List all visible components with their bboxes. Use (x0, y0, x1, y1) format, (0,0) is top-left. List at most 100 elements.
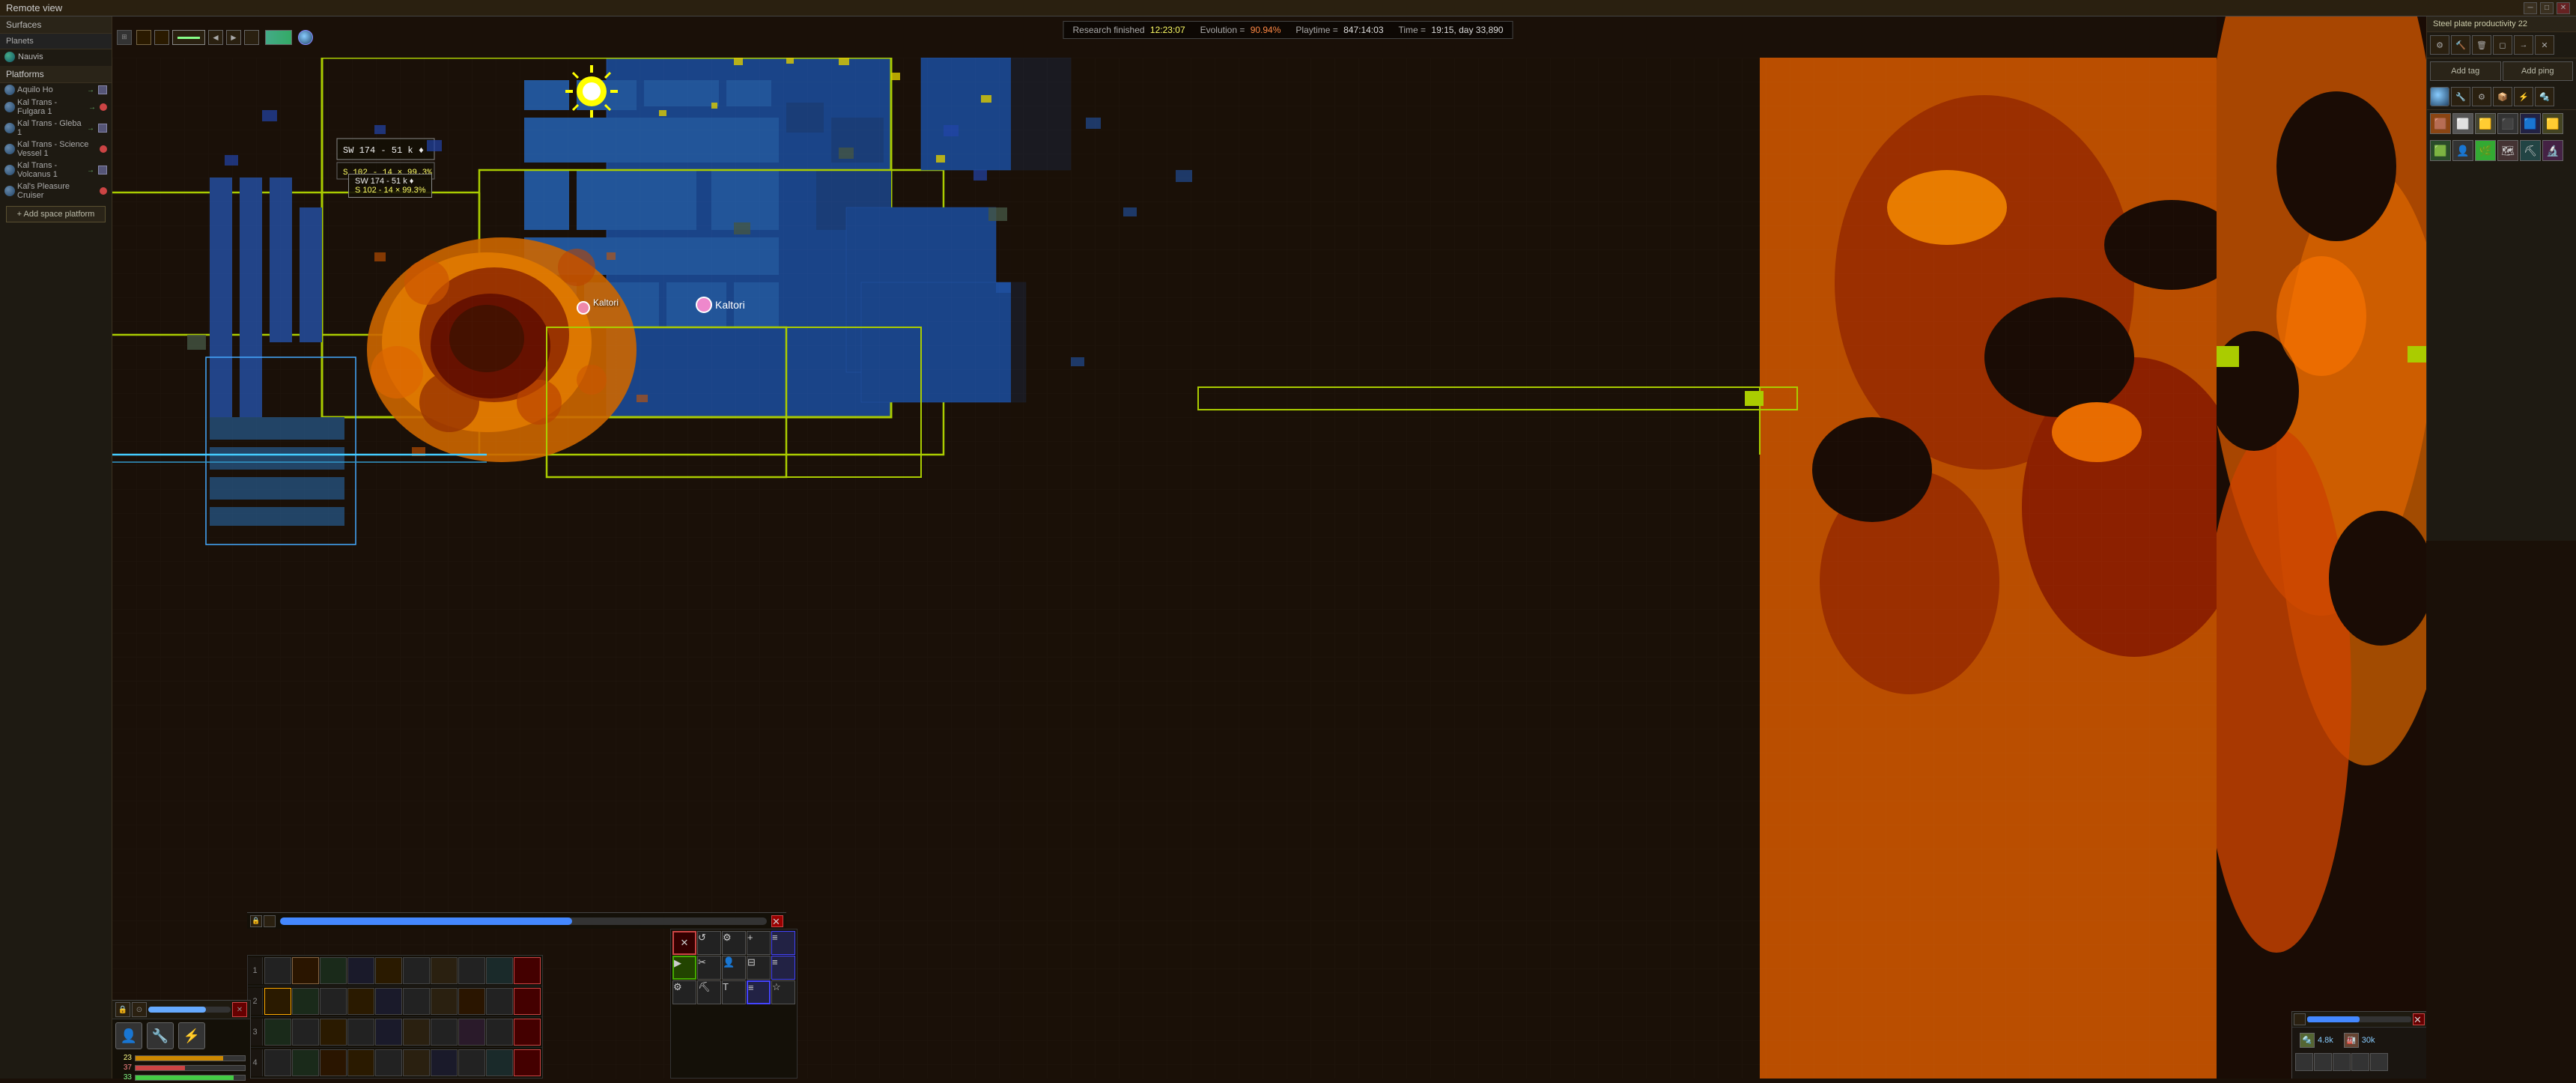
rp-icon-wrench[interactable]: 🔧 (2451, 87, 2470, 106)
inv-slot-1-3[interactable] (320, 957, 347, 984)
add-platform-button[interactable]: + Add space platform (6, 206, 106, 222)
platform-item-volcanus[interactable]: Kal Trans - Volcanus 1 → (0, 160, 112, 180)
add-tag-button[interactable]: Add tag (2430, 61, 2501, 81)
rp-icon-planet[interactable] (2430, 87, 2449, 106)
platform-item-pleasure-cruiser[interactable]: Kal's Pleasure Cruiser (0, 180, 112, 201)
rp-grid-icon-11[interactable]: ⛏ (2520, 140, 2541, 161)
rp-btn-hammer[interactable]: 🔨 (2451, 35, 2470, 55)
rp-btn-close[interactable]: ✕ (2535, 35, 2554, 55)
inv-slot-2-2[interactable] (292, 988, 319, 1015)
inv-slot-1-8[interactable] (458, 957, 485, 984)
inv-slot-3-4[interactable] (347, 1019, 374, 1046)
inv-slot-3-10[interactable] (514, 1019, 541, 1046)
inv-slot-3-8[interactable] (458, 1019, 485, 1046)
rp-btn-copy[interactable]: ◻ (2493, 35, 2512, 55)
inv-slot-4-4[interactable] (347, 1049, 374, 1076)
inv-slot-4-5[interactable] (375, 1049, 402, 1076)
inv-slot-1-2[interactable] (292, 957, 319, 984)
rp-grid-icon-5[interactable]: 🟦 (2520, 113, 2541, 134)
map-btn-1[interactable] (136, 30, 151, 45)
inv-slot-4-6[interactable] (403, 1049, 430, 1076)
inv-slot-3-1[interactable] (264, 1019, 291, 1046)
blui-close[interactable]: ✕ (232, 1002, 247, 1017)
ri-5[interactable] (2370, 1053, 2388, 1071)
rp-icon-more1[interactable]: 🔩 (2535, 87, 2554, 106)
inv-slot-4-1[interactable] (264, 1049, 291, 1076)
inv-slot-2-8[interactable] (458, 988, 485, 1015)
rp-grid-icon-7[interactable]: 🟩 (2430, 140, 2451, 161)
rp-grid-icon-2[interactable]: ⬜ (2452, 113, 2473, 134)
action-slot-11[interactable]: ⚙ (672, 980, 696, 1004)
inv-slot-2-4[interactable] (347, 988, 374, 1015)
inv-slot-4-8[interactable] (458, 1049, 485, 1076)
inv-slot-1-7[interactable] (431, 957, 458, 984)
bru-close[interactable]: ✕ (2413, 1013, 2425, 1025)
character-icon-3[interactable]: ⚡ (178, 1022, 205, 1049)
blui-btn1[interactable]: 🔒 (115, 1002, 130, 1017)
map-btn-2[interactable] (154, 30, 169, 45)
platform-item-fulgara[interactable]: Kal Trans - Fulgara 1 → (0, 97, 112, 118)
inv-slot-3-3[interactable] (320, 1019, 347, 1046)
action-slot-7[interactable]: ✂ (697, 956, 721, 980)
inv-slot-3-7[interactable] (431, 1019, 458, 1046)
rp-grid-icon-1[interactable]: 🟫 (2430, 113, 2451, 134)
map-prev-btn[interactable]: ◄ (208, 30, 223, 45)
nauvis-item[interactable]: Nauvis (0, 49, 112, 64)
ri-4[interactable] (2351, 1053, 2369, 1071)
inv-slot-4-7[interactable] (431, 1049, 458, 1076)
action-slot-15[interactable]: ☆ (771, 980, 795, 1004)
inv-slot-1-1[interactable] (264, 957, 291, 984)
action-slot-9[interactable]: ⊟ (747, 956, 771, 980)
blui-btn2[interactable]: ⊙ (132, 1002, 147, 1017)
platform-item-science-vessel[interactable]: Kal Trans - Science Vessel 1 (0, 139, 112, 160)
rp-grid-icon-12[interactable]: 🔬 (2542, 140, 2563, 161)
action-slot-5[interactable]: ≡ (771, 931, 795, 955)
action-slot-10[interactable]: ≡ (771, 956, 795, 980)
action-slot-2[interactable]: ↺ (697, 931, 721, 955)
platform-item-gleba[interactable]: Kal Trans - Gleba 1 → (0, 118, 112, 139)
rp-btn-trash[interactable]: 🗑 (2472, 35, 2491, 55)
inv-slot-2-5[interactable] (375, 988, 402, 1015)
map-btn-3[interactable] (244, 30, 259, 45)
add-ping-button[interactable]: Add ping (2503, 61, 2574, 81)
rp-grid-icon-9[interactable]: 🌿 (2475, 140, 2496, 161)
inv-slot-2-7[interactable] (431, 988, 458, 1015)
inv-slot-3-2[interactable] (292, 1019, 319, 1046)
character-icon-2[interactable]: 🔧 (147, 1022, 174, 1049)
inv-slot-1-10[interactable] (514, 957, 541, 984)
inv-slot-2-10[interactable] (514, 988, 541, 1015)
close-button[interactable]: ✕ (2557, 2, 2570, 14)
map-next-btn[interactable]: ► (226, 30, 241, 45)
action-slot-6[interactable]: ▶ (672, 956, 696, 980)
inv-slot-4-9[interactable] (486, 1049, 513, 1076)
ri-1[interactable] (2295, 1053, 2313, 1071)
inv-slot-2-9[interactable] (486, 988, 513, 1015)
ri-2[interactable] (2314, 1053, 2332, 1071)
bottom-toolbar-close[interactable]: ✕ (771, 915, 783, 927)
rp-grid-icon-10[interactable]: 🗺 (2497, 140, 2518, 161)
bottom-toolbar-btn2[interactable] (264, 915, 276, 927)
rp-grid-icon-6[interactable]: 🟨 (2542, 113, 2563, 134)
inv-slot-1-4[interactable] (347, 957, 374, 984)
action-slot-13[interactable]: T (722, 980, 746, 1004)
inv-slot-4-3[interactable] (320, 1049, 347, 1076)
inv-slot-2-1[interactable] (264, 988, 291, 1015)
restore-button[interactable]: □ (2540, 2, 2554, 14)
inv-slot-3-9[interactable] (486, 1019, 513, 1046)
rp-grid-icon-3[interactable]: 🟨 (2475, 113, 2496, 134)
inv-slot-3-6[interactable] (403, 1019, 430, 1046)
rp-grid-icon-8[interactable]: 👤 (2452, 140, 2473, 161)
planet-selector[interactable] (298, 30, 313, 45)
bottom-toolbar-lock[interactable]: 🔒 (250, 915, 262, 927)
inv-slot-4-2[interactable] (292, 1049, 319, 1076)
inv-slot-4-10[interactable] (514, 1049, 541, 1076)
action-slot-4[interactable]: + (747, 931, 771, 955)
rp-icon-box[interactable]: 📦 (2493, 87, 2512, 106)
bru-btn1[interactable] (2294, 1013, 2306, 1025)
action-slot-14[interactable]: ≡ (747, 980, 771, 1004)
inv-slot-2-6[interactable] (403, 988, 430, 1015)
rp-icon-circuit[interactable]: ⚡ (2514, 87, 2533, 106)
inv-slot-3-5[interactable] (375, 1019, 402, 1046)
inv-slot-2-3[interactable] (320, 988, 347, 1015)
action-slot-3[interactable]: ⚙ (722, 931, 746, 955)
